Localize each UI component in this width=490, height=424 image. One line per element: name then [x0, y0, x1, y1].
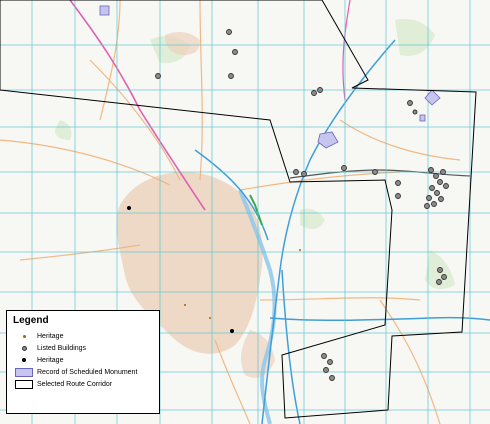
- legend-label: Heritage: [37, 332, 64, 340]
- legend-label: Listed Buildings: [37, 344, 87, 352]
- legend-label: Selected Route Corridor: [37, 380, 113, 388]
- legend-label: Heritage: [37, 356, 64, 364]
- legend-label: Record of Scheduled Monument: [37, 368, 138, 376]
- small-dot-icon: [13, 334, 35, 338]
- legend-item-route-corridor: Selected Route Corridor: [13, 378, 153, 390]
- map-legend: Legend Heritage Listed Buildings Heritag…: [6, 310, 160, 414]
- legend-item-listed-buildings: Listed Buildings: [13, 342, 153, 354]
- legend-title: Legend: [13, 315, 49, 326]
- legend-item-heritage-small: Heritage: [13, 330, 153, 342]
- lavender-box-icon: [13, 367, 35, 377]
- outlined-box-icon: [13, 379, 35, 389]
- black-dot-icon: [13, 358, 35, 362]
- ring-icon: [13, 345, 35, 351]
- legend-item-scheduled-monument: Record of Scheduled Monument: [13, 366, 153, 378]
- legend-item-heritage: Heritage: [13, 354, 153, 366]
